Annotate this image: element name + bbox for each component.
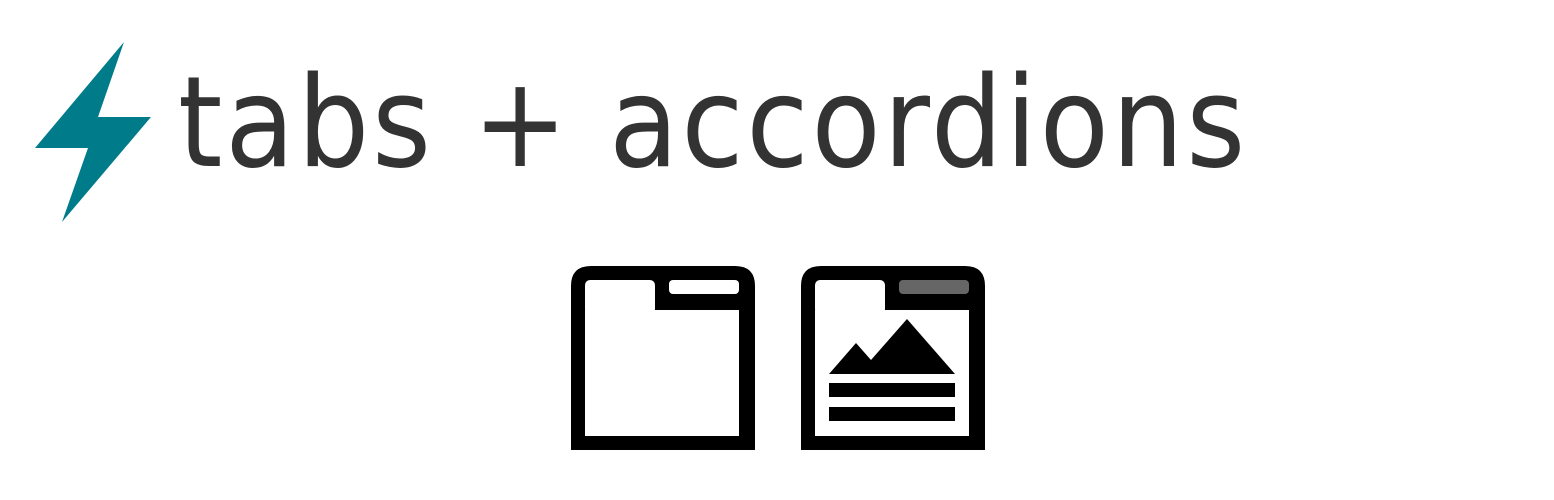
accordion-panel-icon	[801, 266, 985, 450]
tab-panel-icon	[571, 266, 755, 450]
page-title: tabs + accordions	[178, 49, 1249, 196]
lightning-bolt-icon	[35, 42, 151, 222]
icon-row	[569, 264, 989, 454]
header: tabs + accordions	[32, 38, 1532, 228]
